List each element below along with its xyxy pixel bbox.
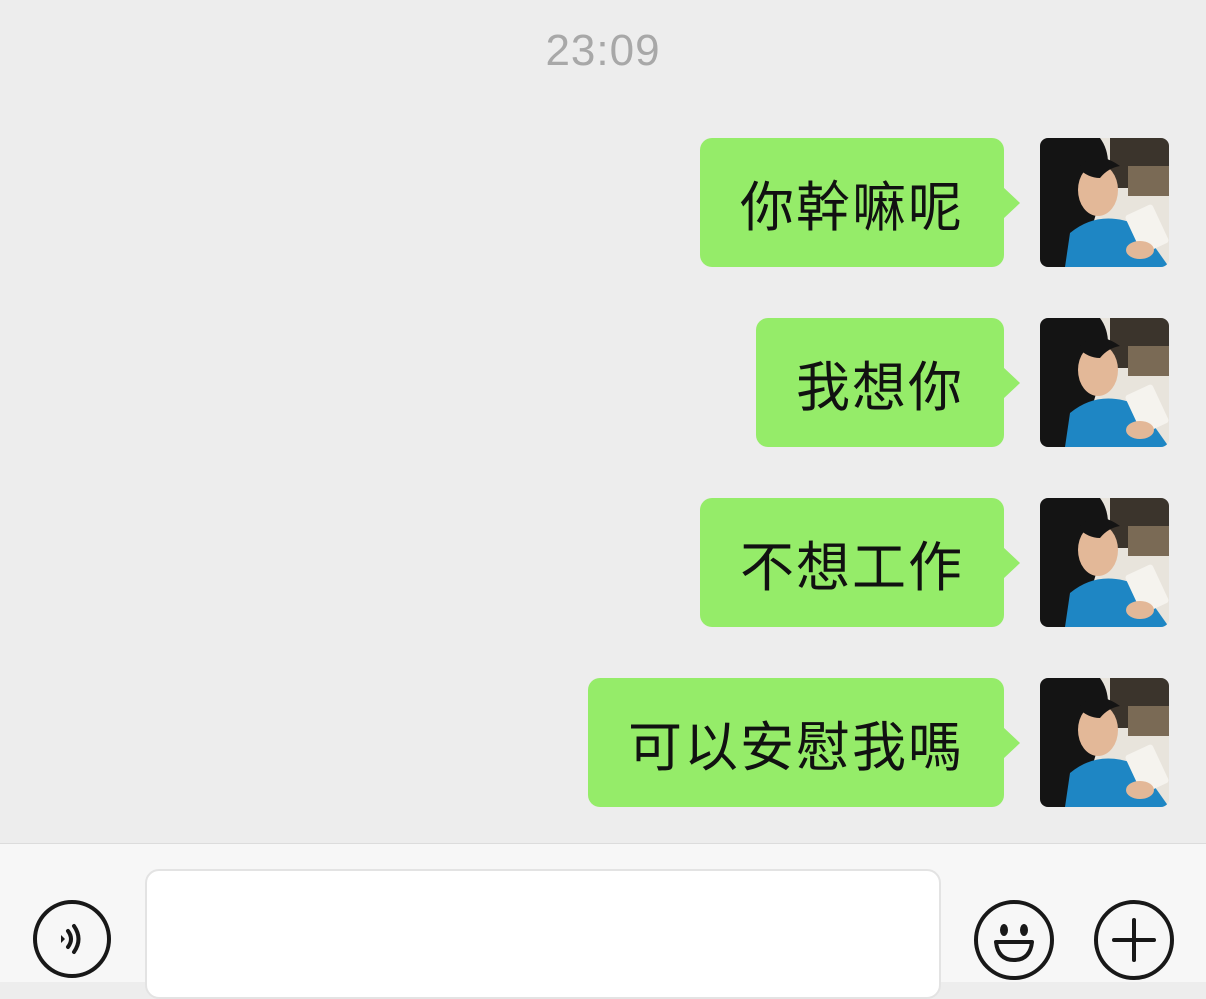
emoji-button[interactable] bbox=[974, 900, 1054, 980]
avatar-photo bbox=[1040, 678, 1169, 807]
avatar[interactable] bbox=[1040, 138, 1169, 267]
voice-input-button[interactable] bbox=[33, 900, 111, 978]
bubble-tail bbox=[1003, 726, 1020, 759]
voice-icon bbox=[61, 924, 81, 954]
message-text: 可以安慰我嗎 bbox=[628, 716, 964, 779]
plus-icon bbox=[1112, 918, 1156, 962]
avatar-photo bbox=[1040, 318, 1169, 447]
bubble-tail bbox=[1003, 366, 1020, 399]
message-bubble[interactable]: 你幹嘛呢 bbox=[700, 138, 1020, 267]
bubble-tail bbox=[1003, 186, 1020, 219]
message-row: 我想你 bbox=[0, 318, 1206, 448]
message-text: 不想工作 bbox=[740, 536, 964, 599]
emoji-icon bbox=[994, 924, 1034, 962]
message-row: 可以安慰我嗎 bbox=[0, 678, 1206, 808]
message-input[interactable] bbox=[145, 869, 941, 999]
avatar[interactable] bbox=[1040, 498, 1169, 627]
more-options-button[interactable] bbox=[1094, 900, 1174, 980]
message-row: 你幹嘛呢 bbox=[0, 138, 1206, 268]
avatar[interactable] bbox=[1040, 678, 1169, 807]
message-row: 不想工作 bbox=[0, 498, 1206, 628]
message-bubble[interactable]: 我想你 bbox=[756, 318, 1020, 447]
input-bar bbox=[0, 843, 1206, 999]
message-text: 我想你 bbox=[796, 356, 964, 419]
avatar[interactable] bbox=[1040, 318, 1169, 447]
message-bubble[interactable]: 不想工作 bbox=[700, 498, 1020, 627]
message-text: 你幹嘛呢 bbox=[740, 176, 964, 239]
avatar-photo bbox=[1040, 498, 1169, 627]
bubble-tail bbox=[1003, 546, 1020, 579]
message-bubble[interactable]: 可以安慰我嗎 bbox=[588, 678, 1020, 807]
avatar-photo bbox=[1040, 138, 1169, 267]
message-timestamp: 23:09 bbox=[545, 26, 661, 75]
chat-area[interactable]: 23:09 你幹嘛呢 我想你 不想工作 可以安慰我嗎 bbox=[0, 0, 1206, 843]
